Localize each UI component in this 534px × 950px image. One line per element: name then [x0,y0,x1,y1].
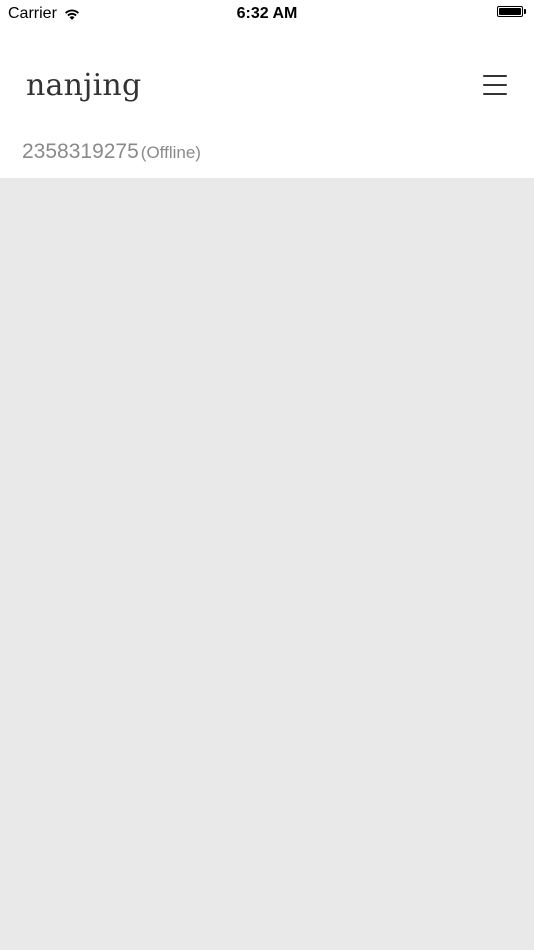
battery-fill [499,8,521,15]
device-status: (Offline) [140,143,201,162]
status-bar: Carrier 6:32 AM [0,0,534,28]
page-title: nanjing [26,68,142,103]
menu-bar-bottom [483,93,507,95]
wifi-icon [63,7,81,21]
status-time: 6:32 AM [236,5,298,22]
battery-tip [524,9,526,14]
app-header: nanjing 2358319275 (Offline) [0,28,534,178]
device-id: 2358319275 [22,140,139,163]
carrier-label: Carrier [8,5,57,22]
content-area [0,178,534,950]
menu-bar-top [483,75,507,77]
battery-body [497,6,523,17]
device-info: 2358319275 (Offline) [22,138,201,167]
battery-icon [497,6,526,17]
hamburger-menu-icon[interactable] [482,72,508,98]
menu-bar-middle [483,84,507,86]
status-left: Carrier [8,4,81,24]
